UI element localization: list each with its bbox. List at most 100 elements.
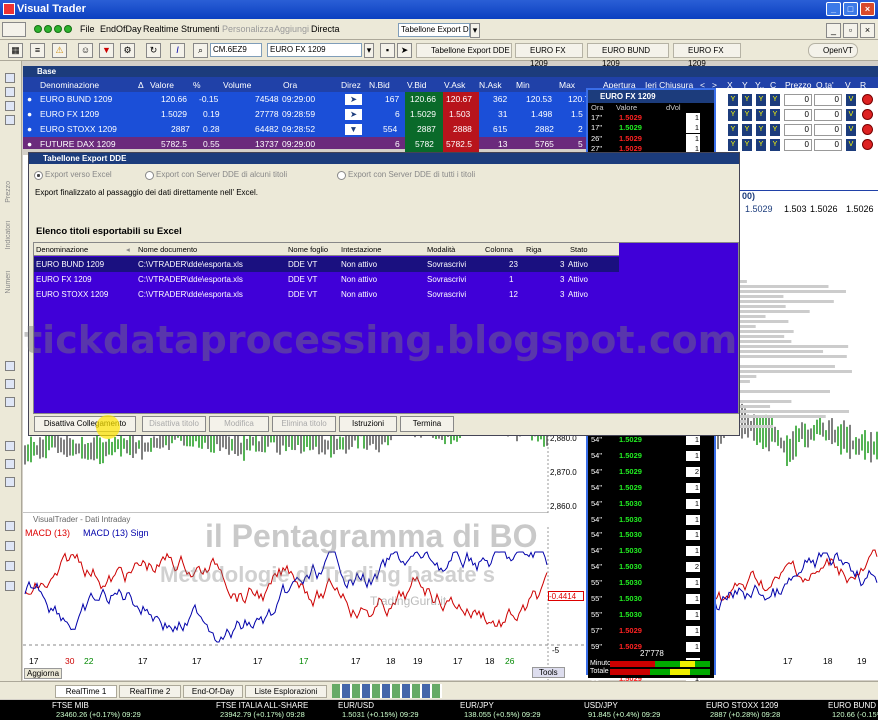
col-max[interactable]: Max: [559, 80, 575, 90]
export-table-row[interactable]: EURO FX 1209 C:\VTRADER\dde\esporta.xls DD…: [34, 272, 619, 287]
qta-input[interactable]: 0: [814, 139, 842, 151]
maximize-button[interactable]: □: [843, 2, 858, 16]
restore-inner-button[interactable]: ▫: [843, 23, 858, 38]
eraser-tool-icon[interactable]: [5, 561, 15, 571]
search-icon[interactable]: ⌕: [193, 43, 208, 58]
elimina-titolo-button[interactable]: Elimina titolo: [272, 416, 336, 432]
menu-aggiungi[interactable]: Aggiungi: [274, 24, 309, 34]
disattiva-titolo-button[interactable]: Disattiva titolo: [142, 416, 206, 432]
v-button[interactable]: V: [846, 109, 856, 121]
y-button[interactable]: Y: [728, 109, 738, 121]
magnet-tool-icon[interactable]: [5, 581, 15, 591]
chevron-down-icon[interactable]: ▾: [364, 43, 374, 58]
symbol-code-field[interactable]: CM.6EZ9: [210, 43, 262, 57]
col-min[interactable]: Min: [516, 80, 530, 90]
th-riga[interactable]: Riga: [526, 245, 541, 254]
info-icon[interactable]: I: [170, 43, 185, 58]
quote-row[interactable]: ● EURO FX 1209 1.5029 0.19 27778 09:28:5…: [23, 107, 586, 122]
y-button[interactable]: Y: [742, 94, 752, 106]
prezzo-input[interactable]: 0: [784, 109, 812, 121]
arrow-icon[interactable]: ➤: [397, 43, 412, 58]
minimize-button[interactable]: _: [826, 2, 841, 16]
toolbar-monitor-icon[interactable]: [2, 22, 26, 37]
istruzioni-button[interactable]: Istruzioni: [339, 416, 397, 432]
col-nbid[interactable]: N.Bid: [369, 80, 390, 90]
warning-icon[interactable]: ⚠: [52, 43, 67, 58]
left-label-numeri[interactable]: Numeri: [5, 271, 12, 294]
col-delta[interactable]: Δ: [138, 80, 144, 90]
menu-personalizza[interactable]: Personalizza: [222, 24, 274, 34]
quote-row[interactable]: ● FUTURE DAX 1209 5782.5 0.55 13737 09:2…: [23, 137, 586, 152]
menu-realtime[interactable]: Realtime: [143, 24, 179, 34]
hand-tool-icon[interactable]: [5, 101, 15, 111]
menu-directa[interactable]: Directa: [311, 24, 340, 34]
th-modalita[interactable]: Modalità: [427, 245, 455, 254]
chart-icon[interactable]: ▦: [8, 43, 23, 58]
tab-tabellone-export[interactable]: Tabellone Export DDE: [416, 43, 512, 58]
rect-tool-icon[interactable]: [5, 441, 15, 451]
left-label-prezzo[interactable]: Prezzo: [5, 181, 12, 203]
line-tool-icon[interactable]: [5, 361, 15, 371]
col-vbid[interactable]: V.Bid: [407, 80, 427, 90]
y-button[interactable]: Y: [770, 109, 780, 121]
y-button[interactable]: Y: [742, 109, 752, 121]
color-palette[interactable]: [332, 684, 442, 698]
quote-row[interactable]: ● EURO STOXX 1209 2887 0.28 64482 09:28:…: [23, 122, 586, 137]
th-denominazione[interactable]: Denominazione: [36, 245, 88, 254]
y-button[interactable]: Y: [770, 139, 780, 151]
tab-liste-esplorazioni[interactable]: Liste Esplorazioni: [245, 685, 327, 698]
col-ora[interactable]: Ora: [283, 80, 297, 90]
col-valore[interactable]: Valore: [150, 80, 174, 90]
v-button[interactable]: V: [846, 139, 856, 151]
menu-file[interactable]: File: [80, 24, 95, 34]
symbol-name-field[interactable]: EURO FX 1209: [267, 43, 362, 57]
y-button[interactable]: Y: [756, 124, 766, 136]
measure-tool-icon[interactable]: [5, 541, 15, 551]
qta-input[interactable]: 0: [814, 94, 842, 106]
fib-tool-icon[interactable]: [5, 477, 15, 487]
tab-euro-fx[interactable]: EURO FX 1209: [515, 43, 583, 68]
col-vask[interactable]: V.Ask: [444, 80, 465, 90]
col-pct[interactable]: %: [193, 80, 201, 90]
menu-endofday[interactable]: EndOfDay: [100, 24, 142, 34]
tab-euro-fx-2[interactable]: EURO FX 1209: [673, 43, 741, 68]
tab-end-of-day[interactable]: End-Of-Day: [183, 685, 243, 698]
col-direz[interactable]: Direz: [341, 80, 361, 90]
layout-dropdown[interactable]: Tabellone Export D: [398, 23, 470, 37]
prezzo-input[interactable]: 0: [784, 94, 812, 106]
export-table-row[interactable]: EURO STOXX 1209 C:\VTRADER\dde\esporta.xl…: [34, 287, 619, 302]
trend-tool-icon[interactable]: [5, 397, 15, 407]
quote-row[interactable]: ● EURO BUND 1209 120.66 -0.15 74548 09:2…: [23, 92, 589, 107]
col-volume[interactable]: Volume: [223, 80, 251, 90]
y-button[interactable]: Y: [756, 94, 766, 106]
y-button[interactable]: Y: [728, 94, 738, 106]
y-button[interactable]: Y: [770, 94, 780, 106]
refresh-icon[interactable]: ↻: [146, 43, 161, 58]
tab-euro-bund[interactable]: EURO BUND 1209: [587, 43, 669, 68]
filter-icon[interactable]: ▼: [99, 43, 114, 58]
disattiva-collegamento-button[interactable]: Disattiva Collegamento: [34, 416, 136, 432]
tab-realtime-1[interactable]: RealTime 1: [55, 685, 117, 698]
cancel-order-icon[interactable]: [862, 94, 873, 105]
y-button[interactable]: Y: [756, 109, 766, 121]
left-label-indicatori[interactable]: Indicatori: [5, 221, 12, 249]
qta-input[interactable]: 0: [814, 124, 842, 136]
th-colonna[interactable]: Colonna: [485, 245, 513, 254]
text-tool-icon[interactable]: [5, 521, 15, 531]
minimize-inner-button[interactable]: _: [826, 23, 841, 38]
crosshair-tool-icon[interactable]: [5, 115, 15, 125]
col-denominazione[interactable]: Denominazione: [40, 80, 99, 90]
menu-strumenti[interactable]: Strumenti: [181, 24, 220, 34]
th-nome-foglio[interactable]: Nome foglio: [288, 245, 328, 254]
cancel-order-icon[interactable]: [862, 139, 873, 150]
users-icon[interactable]: ☺: [78, 43, 93, 58]
v-button[interactable]: V: [846, 124, 856, 136]
lock-icon[interactable]: ▪: [380, 43, 395, 58]
pen-tool-icon[interactable]: [5, 379, 15, 389]
y-button[interactable]: Y: [770, 124, 780, 136]
chevron-down-icon[interactable]: ▾: [470, 23, 480, 38]
radio-export-dde-some[interactable]: Export con Server DDE di alcuni titoli: [145, 170, 287, 180]
y-button[interactable]: Y: [756, 139, 766, 151]
v-button[interactable]: V: [846, 94, 856, 106]
zoom-tool-icon[interactable]: [5, 87, 15, 97]
